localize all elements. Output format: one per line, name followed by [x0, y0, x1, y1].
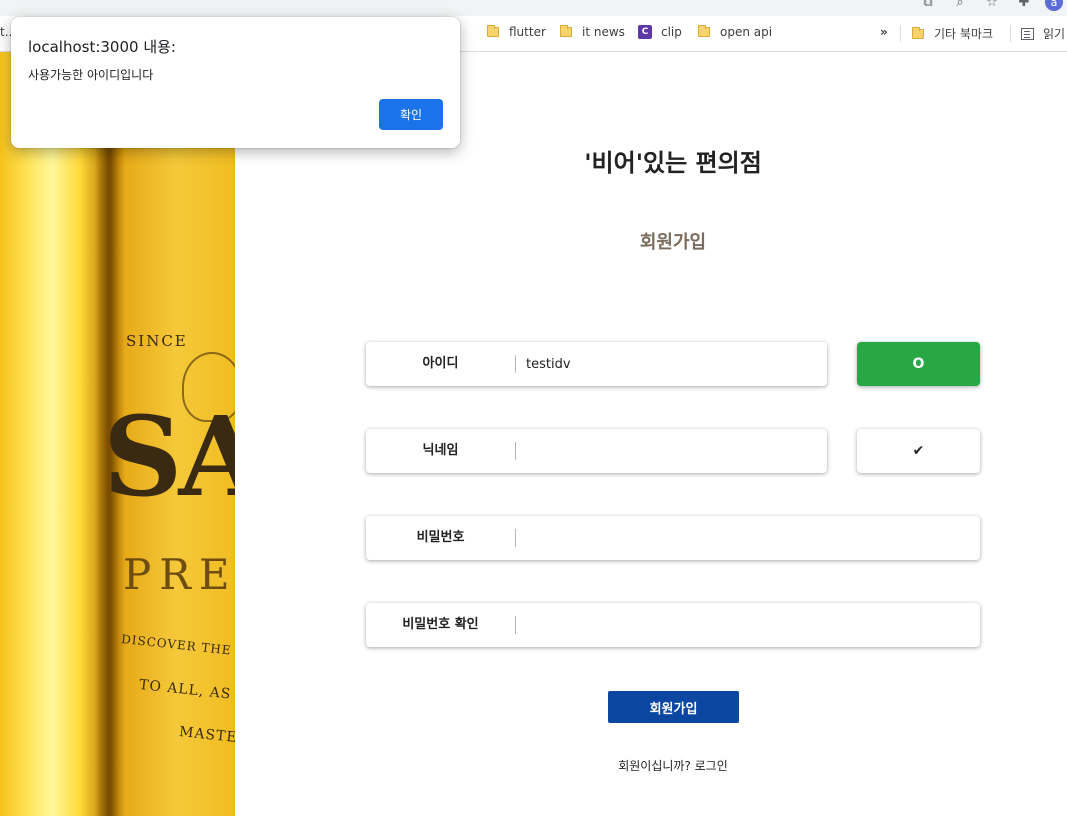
- zoom-icon[interactable]: ⌕: [949, 0, 971, 10]
- password-field: 비밀번호: [366, 516, 980, 560]
- id-check-button[interactable]: O: [857, 342, 980, 386]
- folder-icon: [560, 25, 572, 37]
- folder-icon: [698, 25, 710, 37]
- id-field: 아이디: [366, 342, 827, 386]
- dialog-message: 사용가능한 아이디입니다: [28, 68, 154, 82]
- bookmark-other[interactable]: 기타 북마크: [912, 25, 993, 42]
- translate-icon[interactable]: ⧉: [917, 0, 939, 10]
- hero-brand-text: SAP: [103, 392, 235, 521]
- browser-toolbar: ⧉ ⌕ ☆ ✚ a: [0, 0, 1067, 16]
- dialog-confirm-button[interactable]: 확인: [379, 99, 443, 130]
- id-input[interactable]: [526, 344, 827, 384]
- nickname-field: 닉네임: [366, 429, 827, 473]
- star-icon[interactable]: ☆: [981, 0, 1003, 10]
- page-subtitle: 회원가입: [639, 232, 707, 253]
- folder-icon: [912, 26, 924, 39]
- password-confirm-field: 비밀번호 확인: [366, 603, 980, 647]
- nickname-check-button[interactable]: ✔: [857, 429, 980, 473]
- hero-premium-text: PREM: [123, 550, 235, 599]
- bookmark-label: clip: [661, 25, 682, 39]
- hero-since-text: SINCE: [126, 332, 188, 350]
- bookmarks-divider: [1010, 25, 1011, 42]
- reading-list-label: 읽기: [1043, 27, 1066, 41]
- password-label: 비밀번호: [366, 529, 516, 547]
- login-prompt: 회원이십니까? 로그인: [560, 757, 786, 774]
- reading-list-icon: [1021, 27, 1034, 40]
- reading-list-button[interactable]: 읽기: [1021, 25, 1065, 42]
- extensions-icon[interactable]: ✚: [1013, 0, 1035, 10]
- login-link[interactable]: 회원이십니까? 로그인: [618, 759, 728, 773]
- alert-dialog: localhost:3000 내용: 사용가능한 아이디입니다 확인: [11, 17, 460, 148]
- password-confirm-input[interactable]: [526, 605, 980, 645]
- profile-avatar[interactable]: a: [1045, 0, 1063, 11]
- signup-submit-button[interactable]: 회원가입: [608, 691, 739, 723]
- bookmark-label: open api: [720, 25, 773, 39]
- bookmark-flutter[interactable]: flutter: [487, 25, 546, 39]
- password-input[interactable]: [526, 518, 980, 558]
- hero-beer-image: SINCE SAP PREM DISCOVER THE PERFE TO ALL…: [0, 52, 235, 816]
- bookmark-it-news[interactable]: it news: [560, 25, 625, 39]
- folder-icon: [487, 25, 499, 37]
- nickname-input[interactable]: [526, 431, 827, 471]
- toolbar-icons: ⧉ ⌕ ☆ ✚ a: [907, 0, 1067, 11]
- bookmark-label: 기타 북마크: [934, 27, 994, 41]
- nickname-label: 닉네임: [366, 442, 516, 460]
- bookmarks-overflow-button[interactable]: »: [880, 25, 888, 39]
- clip-icon: C: [638, 25, 652, 39]
- password-confirm-label: 비밀번호 확인: [366, 616, 516, 634]
- id-label: 아이디: [366, 355, 516, 373]
- bookmark-label: flutter: [509, 25, 546, 39]
- bookmark-open-api[interactable]: open api: [698, 25, 772, 39]
- bookmark-clip[interactable]: Cclip: [638, 25, 682, 39]
- bookmarks-divider: [900, 25, 901, 42]
- brand-title: '비어'있는 편의점: [584, 149, 762, 177]
- bookmark-label: it news: [582, 25, 625, 39]
- dialog-title: localhost:3000 내용:: [28, 38, 176, 56]
